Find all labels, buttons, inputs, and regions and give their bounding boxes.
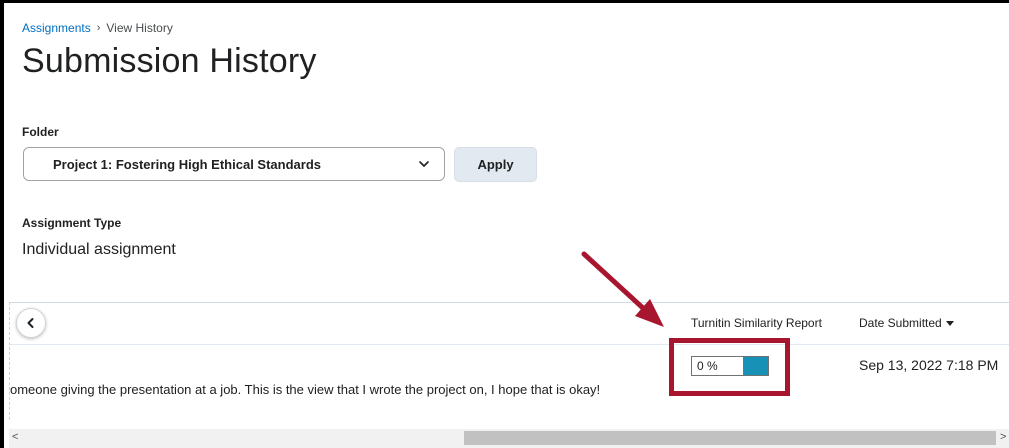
pointer-arrow-icon bbox=[581, 251, 664, 327]
scrollbar-thumb[interactable] bbox=[464, 431, 996, 445]
scroll-right-arrow-icon[interactable]: > bbox=[1000, 431, 1006, 443]
scroll-left-arrow-icon[interactable]: < bbox=[12, 431, 18, 443]
horizontal-scrollbar[interactable]: < > bbox=[9, 429, 1009, 448]
